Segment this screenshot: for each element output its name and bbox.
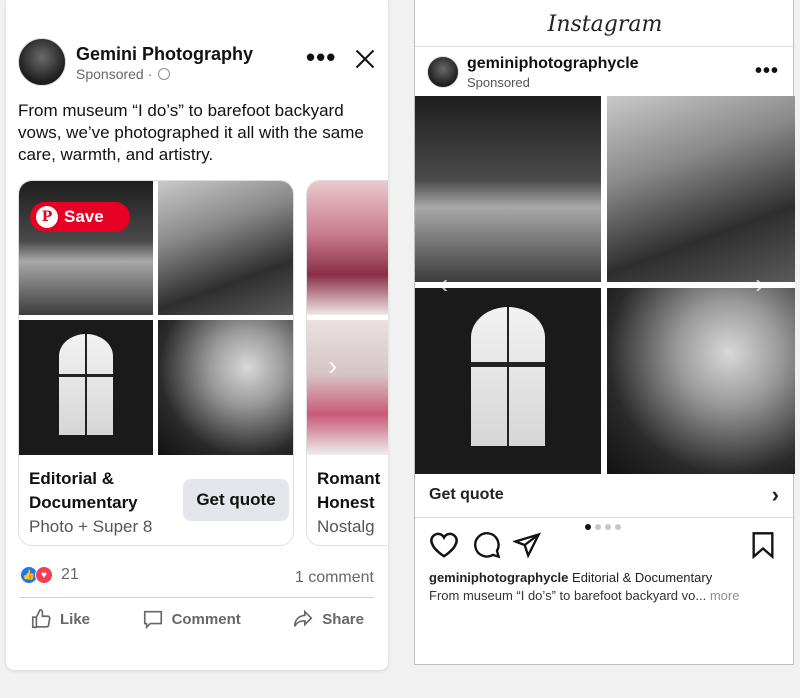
- love-reaction-icon: ♥: [35, 566, 53, 584]
- carousel-dot: [585, 524, 591, 530]
- photo: [307, 181, 388, 315]
- photo: [19, 320, 153, 455]
- pinterest-save-button[interactable]: P Save: [30, 202, 130, 232]
- photo: [415, 96, 601, 282]
- caption: geminiphotographycle Editorial & Documen…: [429, 570, 713, 585]
- bookmark-icon[interactable]: [751, 531, 775, 559]
- more-link[interactable]: more: [710, 588, 740, 603]
- close-icon[interactable]: [354, 48, 376, 70]
- sponsored-label: Sponsored ·: [76, 66, 171, 82]
- sponsored-label: Sponsored: [467, 75, 530, 90]
- thumbs-up-icon: [31, 609, 51, 629]
- comment-icon: [143, 610, 162, 630]
- username[interactable]: geminiphotographycle: [467, 55, 639, 73]
- more-horizontal-icon[interactable]: •••: [306, 44, 336, 70]
- heart-icon[interactable]: [429, 531, 459, 559]
- carousel-dot: [615, 524, 621, 530]
- reaction-count: 21: [61, 566, 79, 583]
- photo: [307, 320, 388, 455]
- photo-grid: [307, 181, 388, 455]
- pinterest-icon: P: [36, 206, 58, 228]
- send-icon[interactable]: [513, 531, 541, 559]
- carousel-dots: [585, 524, 625, 530]
- action-bar: Like Comment Share: [20, 604, 374, 634]
- post-text: From museum “I do’s” to barefoot backyar…: [18, 101, 364, 164]
- reactions[interactable]: 👍 ♥ 21: [20, 566, 79, 584]
- photo-grid[interactable]: [415, 96, 795, 474]
- caption-text: From museum “I do’s” to barefoot backyar…: [429, 588, 740, 603]
- instagram-ad-card: Instagram geminiphotographycle Sponsored…: [414, 0, 795, 665]
- photo: [607, 288, 795, 474]
- divider: [415, 46, 795, 47]
- globe-icon: [158, 68, 171, 80]
- instagram-logo: Instagram: [547, 12, 663, 37]
- photo: [158, 320, 293, 455]
- get-quote-button[interactable]: Get quote: [183, 479, 289, 521]
- facebook-ad-card: Gemini Photography Sponsored · ••• From …: [6, 0, 388, 670]
- carousel-dot: [605, 524, 611, 530]
- card-subtitle: Nostalg: [317, 517, 375, 536]
- carousel-card[interactable]: Romant Honest Nostalg: [306, 180, 388, 546]
- share-icon: [294, 609, 313, 627]
- comment-icon[interactable]: [473, 531, 501, 559]
- comment-button[interactable]: Comment: [132, 604, 251, 634]
- carousel-card[interactable]: Editorial & Documentary Photo + Super 8 …: [18, 180, 294, 546]
- photo: [158, 181, 293, 315]
- photo: [415, 288, 601, 474]
- chevron-right-icon[interactable]: ›: [755, 268, 764, 300]
- chevron-left-icon[interactable]: ‹: [439, 268, 448, 300]
- page-name[interactable]: Gemini Photography: [76, 44, 253, 65]
- card-title: Editorial & Documentary: [29, 469, 138, 512]
- comment-count[interactable]: 1 comment: [295, 569, 374, 587]
- more-horizontal-icon[interactable]: •••: [755, 60, 779, 83]
- avatar[interactable]: [427, 56, 459, 88]
- like-button[interactable]: Like: [20, 604, 100, 634]
- avatar[interactable]: [18, 38, 66, 86]
- card-subtitle: Photo + Super 8: [29, 517, 153, 536]
- photo: [607, 96, 795, 282]
- carousel-dot: [595, 524, 601, 530]
- chevron-right-icon: ›: [771, 482, 779, 507]
- chevron-right-icon[interactable]: ›: [328, 350, 337, 382]
- share-button[interactable]: Share: [282, 604, 374, 634]
- card-title: Romant Honest: [317, 469, 381, 512]
- divider: [20, 597, 374, 598]
- get-quote-button[interactable]: Get quote ›: [415, 474, 795, 518]
